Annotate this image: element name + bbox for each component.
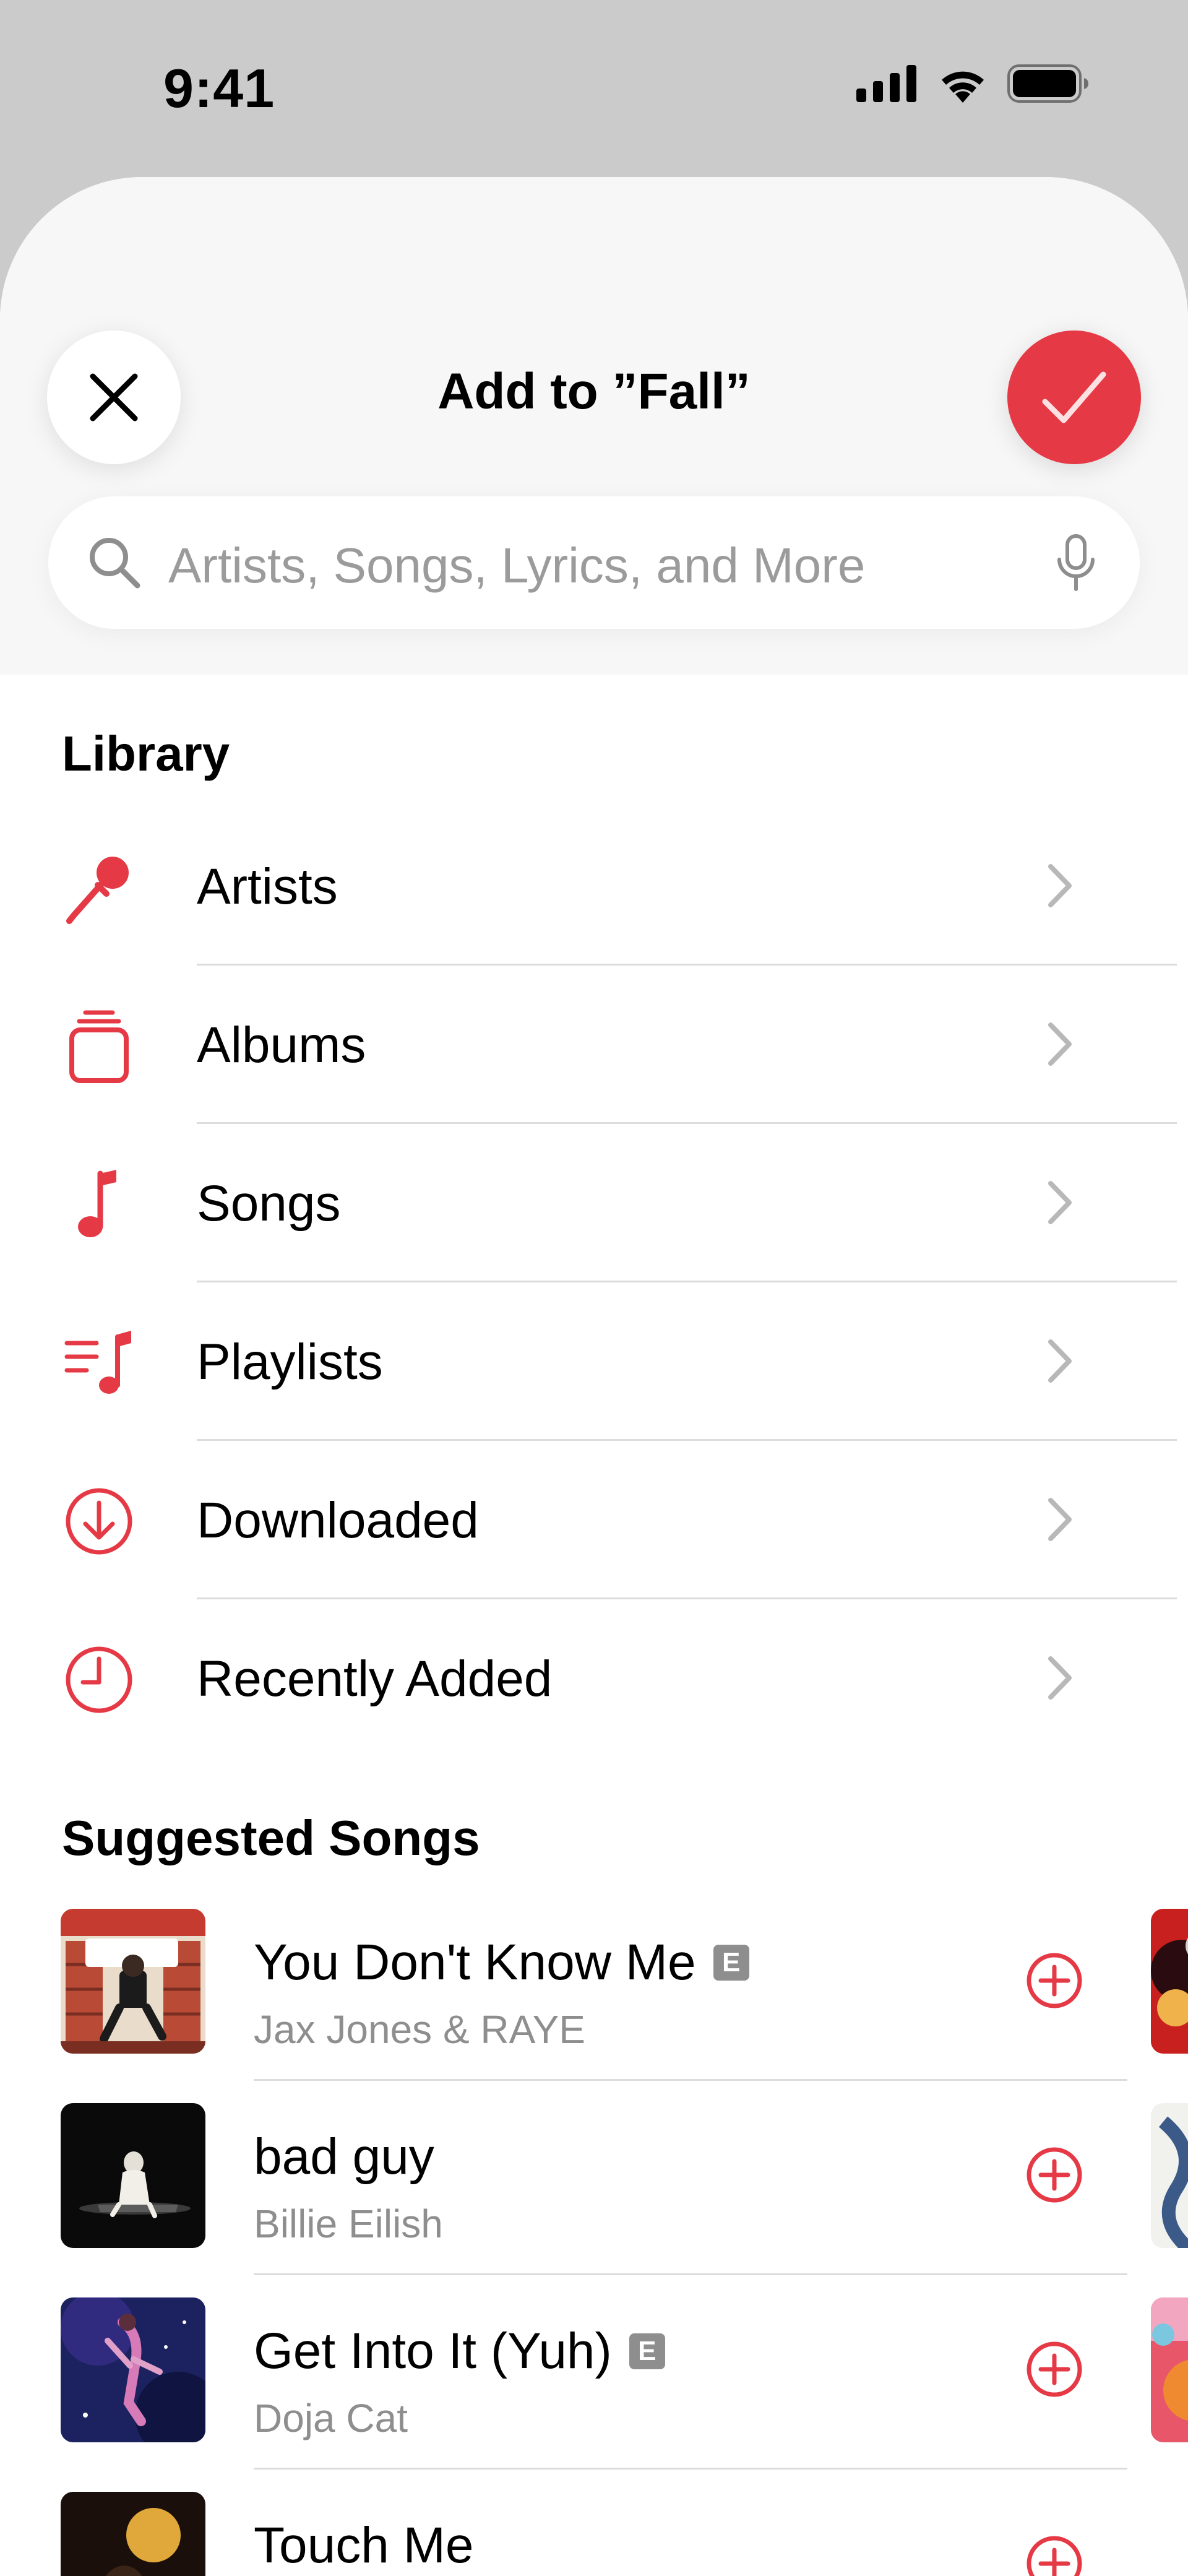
song-title-text: Touch Me	[254, 2517, 474, 2574]
add-circle-icon[interactable]	[1025, 2534, 1084, 2576]
explicit-badge: E	[629, 2333, 665, 2369]
song-row-get-into-it[interactable]: Get Into It (Yuh) E Doja Cat	[0, 2297, 1188, 2492]
chevron-right-icon	[1048, 1022, 1072, 1066]
song-title: You Don't Know Me E	[254, 1934, 749, 1992]
album-artwork	[61, 2297, 205, 2442]
album-artwork	[1151, 2103, 1188, 2248]
clock-icon	[62, 1643, 136, 1717]
song-title-text: You Don't Know Me	[254, 1934, 696, 1990]
add-circle-icon[interactable]	[1025, 2145, 1084, 2205]
song-artist: Jax Jones & RAYE	[254, 2007, 585, 2052]
song-artist: Billie Eilish	[254, 2202, 443, 2246]
chevron-right-icon	[1048, 1498, 1072, 1541]
album-artwork	[61, 1909, 205, 2054]
library-item-playlists[interactable]: Playlists	[0, 1282, 1188, 1441]
library-item-albums[interactable]: Albums	[0, 966, 1188, 1124]
chevron-right-icon	[1048, 1181, 1072, 1224]
library-item-label: Artists	[197, 858, 338, 915]
song-row-you-dont-know-me[interactable]: You Don't Know Me E Jax Jones & RAYE	[0, 1909, 1188, 2103]
status-bar: 9:41	[0, 0, 1188, 177]
search-input[interactable]: Artists, Songs, Lyrics, and More	[168, 537, 865, 594]
add-circle-icon[interactable]	[1025, 1951, 1084, 2010]
song-title: bad guy	[254, 2128, 434, 2186]
suggested-section-title: Suggested Songs	[62, 1810, 480, 1865]
chevron-right-icon	[1048, 1339, 1072, 1383]
library-item-label: Downloaded	[197, 1492, 479, 1549]
library-item-downloaded[interactable]: Downloaded	[0, 1441, 1188, 1599]
album-artwork	[61, 2492, 205, 2576]
song-title-text: Get Into It (Yuh)	[254, 2323, 612, 2379]
library-item-label: Playlists	[197, 1334, 383, 1390]
add-to-playlist-sheet: Add to ”Fall” Artists, Songs, Lyrics, an…	[0, 177, 1188, 2576]
song-row-touch-me[interactable]: Touch Me	[0, 2492, 1188, 2576]
album-artwork	[1151, 1909, 1188, 2054]
microphone-icon[interactable]	[1054, 534, 1098, 593]
song-title: Touch Me	[254, 2517, 474, 2575]
library-item-label: Recently Added	[197, 1651, 553, 1707]
sheet-header: Add to ”Fall” Artists, Songs, Lyrics, an…	[0, 177, 1188, 675]
microphone-icon	[62, 850, 136, 925]
done-button[interactable]	[1007, 331, 1141, 464]
divider	[254, 2273, 1127, 2275]
album-artwork	[1151, 2297, 1188, 2442]
song-row-bad-guy[interactable]: bad guy Billie Eilish	[0, 2103, 1188, 2297]
download-circle-icon	[62, 1484, 136, 1558]
cellular-signal-icon	[856, 65, 916, 102]
chevron-right-icon	[1048, 864, 1072, 907]
status-time: 9:41	[163, 58, 275, 119]
divider	[254, 2468, 1127, 2470]
wifi-icon	[942, 71, 984, 103]
music-note-icon	[62, 1167, 136, 1242]
playlist-icon	[62, 1326, 136, 1400]
divider	[254, 2079, 1127, 2081]
library-item-label: Albums	[197, 1017, 366, 1073]
explicit-badge: E	[713, 1945, 749, 1981]
album-artwork	[61, 2103, 205, 2248]
search-icon	[90, 538, 140, 589]
song-title: Get Into It (Yuh) E	[254, 2322, 665, 2380]
chevron-right-icon	[1048, 1656, 1072, 1700]
status-icons	[856, 64, 1089, 103]
battery-icon	[1007, 64, 1088, 103]
checkmark-icon	[1042, 371, 1106, 423]
library-item-artists[interactable]: Artists	[0, 807, 1188, 966]
album-stack-icon	[62, 1009, 136, 1083]
add-circle-icon[interactable]	[1025, 2340, 1084, 2399]
library-item-recently-added[interactable]: Recently Added	[0, 1599, 1188, 1758]
library-item-songs[interactable]: Songs	[0, 1124, 1188, 1282]
library-item-label: Songs	[197, 1175, 341, 1232]
search-field[interactable]: Artists, Songs, Lyrics, and More	[48, 496, 1140, 629]
song-artist: Doja Cat	[254, 2396, 408, 2440]
song-title-text: bad guy	[254, 2129, 434, 2185]
library-section-title: Library	[62, 726, 230, 781]
